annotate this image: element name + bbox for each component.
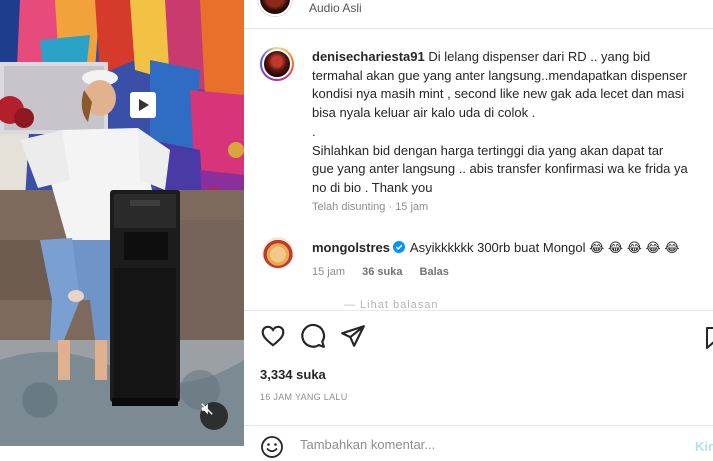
caption-age: 15 jam [395, 201, 429, 213]
comment-icon[interactable] [300, 323, 326, 349]
video-frame [0, 0, 244, 446]
edited-label: Telah disunting [312, 201, 386, 213]
commenter-avatar[interactable] [262, 237, 294, 269]
bookmark-icon[interactable] [704, 326, 713, 350]
comment-meta: 15 jam 36 suka Balas [312, 266, 463, 278]
audio-row[interactable]: Audio Asli [244, 0, 713, 28]
audio-avatar [258, 0, 292, 16]
comment-age: 15 jam [312, 266, 346, 278]
author-username[interactable]: denisechariesta91 [312, 49, 425, 64]
reply-button[interactable]: Balas [420, 266, 449, 278]
post-details-panel: Audio Asli denisechariesta91 Di lelang d… [244, 0, 713, 461]
view-replies-peek[interactable]: — Lihat balasan (5) [344, 300, 454, 310]
comment: mongolstres Asyikkkkkk 300rb buat Mongol… [312, 239, 680, 257]
comment-box: Kirim [244, 425, 713, 461]
verified-badge-icon [393, 241, 406, 253]
comment-text: Asyikkkkkk 300rb buat Mongol 😂 😂 😂 😂 😂 [409, 240, 680, 255]
reel-video[interactable] [0, 0, 244, 446]
send-icon[interactable] [340, 323, 366, 349]
post-comment-button[interactable]: Kirim [695, 439, 713, 454]
muted-speaker-icon [201, 403, 213, 415]
caption-text: Di lelang dispenser dari RD .. yang bid … [312, 49, 688, 195]
caption-meta: Telah disunting · 15 jam [312, 201, 429, 213]
comment-likes[interactable]: 36 suka [362, 266, 402, 278]
mute-button[interactable] [200, 402, 228, 430]
post-time: 16 JAM YANG LALU [260, 392, 348, 402]
post-caption: denisechariesta91 Di lelang dispenser da… [312, 48, 713, 198]
audio-label: Audio Asli [309, 1, 362, 15]
divider [244, 310, 713, 311]
author-avatar[interactable] [260, 47, 294, 81]
comment-input[interactable] [300, 437, 670, 452]
like-count[interactable]: 3,334 suka [260, 367, 326, 382]
heart-icon[interactable] [260, 323, 286, 349]
emoji-icon[interactable] [260, 435, 284, 459]
commenter-username[interactable]: mongolstres [312, 240, 390, 255]
divider [244, 28, 713, 29]
